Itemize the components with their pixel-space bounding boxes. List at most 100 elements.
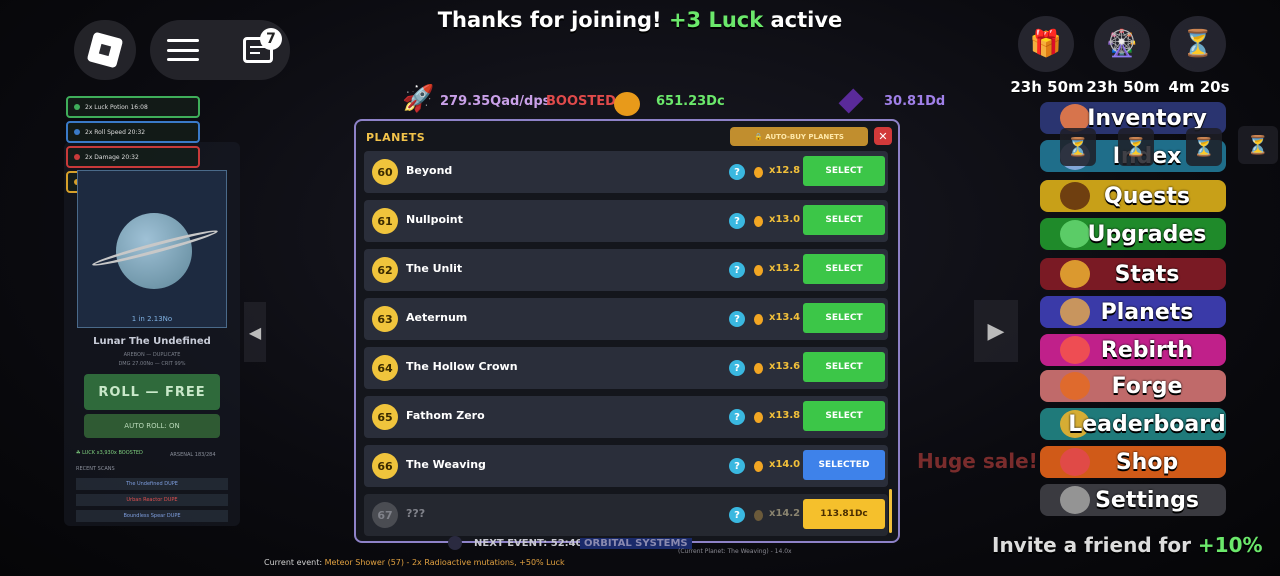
close-button[interactable]: ✕ bbox=[874, 127, 892, 145]
rarity-label: 1 in 2.13No bbox=[131, 315, 173, 323]
buff-label: 2x Damage 20:32 bbox=[85, 153, 139, 161]
menu-settings-button[interactable]: Settings bbox=[1040, 484, 1226, 516]
current-planet-label: (Current Planet: The Weaving) - 14.0x bbox=[678, 548, 792, 555]
hourglass-slot-4[interactable]: ⏳ bbox=[1238, 126, 1278, 164]
buff-dot bbox=[74, 104, 80, 110]
character-sub2: DMG 27.00No — CRIT 99% bbox=[118, 361, 186, 367]
info-icon[interactable]: ? bbox=[729, 213, 745, 229]
info-icon[interactable]: ? bbox=[729, 409, 745, 425]
event-info-icon bbox=[448, 536, 462, 550]
info-icon[interactable]: ? bbox=[729, 360, 745, 376]
forge-icon bbox=[1060, 372, 1090, 400]
current-event: Current event: Meteor Shower (57) - 2x R… bbox=[264, 558, 565, 567]
auto-roll-button[interactable]: AUTO ROLL: ON bbox=[84, 414, 220, 438]
planet-number: 67 bbox=[372, 502, 398, 528]
buff-dot bbox=[74, 129, 80, 135]
character-sub1: AREBON — DUPLICATE bbox=[123, 352, 181, 358]
info-icon[interactable]: ? bbox=[729, 262, 745, 278]
timer-3[interactable]: ⏳ 4m 20s bbox=[1168, 16, 1230, 96]
timer-1[interactable]: 🎁 23h 50m bbox=[1010, 16, 1084, 96]
recent-scan-item: Boundless Spear DUPE bbox=[76, 510, 228, 522]
orbital-systems-label: ORBITAL SYSTEMS bbox=[580, 538, 692, 549]
roll-button[interactable]: ROLL — FREE bbox=[84, 374, 220, 410]
buy-planet-button[interactable]: 113.81Dc bbox=[803, 499, 885, 529]
menu-label: Quests bbox=[1104, 183, 1190, 209]
info-icon[interactable]: ? bbox=[729, 164, 745, 180]
menu-forge-button[interactable]: Forge bbox=[1040, 370, 1226, 402]
rocket-icon: 🚀 bbox=[402, 84, 435, 114]
right-arrow-button[interactable]: ▶ bbox=[974, 300, 1018, 362]
timer-2[interactable]: 🎡 23h 50m bbox=[1086, 16, 1160, 96]
left-arrow-button[interactable]: ◀ bbox=[244, 302, 266, 362]
info-icon[interactable]: ? bbox=[729, 458, 745, 474]
planet-name: Beyond bbox=[406, 164, 453, 177]
planet-number: 65 bbox=[372, 404, 398, 430]
gift-icon: 🎁 bbox=[1018, 16, 1074, 72]
scrollbar[interactable] bbox=[889, 489, 892, 533]
huge-sale-label[interactable]: Huge sale! bbox=[917, 449, 1038, 473]
planet-name: ??? bbox=[406, 507, 426, 520]
planet-row: 61 Nullpoint? x13.0 SELECT bbox=[364, 200, 888, 242]
coin-icon bbox=[754, 461, 763, 472]
planet-name: Nullpoint bbox=[406, 213, 463, 226]
luck-boost-label: ☘ LUCK x3,930x BOOSTED bbox=[76, 450, 143, 456]
info-icon[interactable]: ? bbox=[729, 507, 745, 523]
timer-text: 4m 20s bbox=[1168, 78, 1230, 96]
hourglass-slot-2[interactable]: ⏳ bbox=[1118, 128, 1154, 166]
buff-label: 2x Roll Speed 20:32 bbox=[85, 128, 146, 136]
planet-multiplier: x13.4 bbox=[769, 312, 801, 323]
hourglass-slot-1[interactable]: ⏳ bbox=[1060, 128, 1096, 166]
planet-name: The Weaving bbox=[406, 458, 486, 471]
menu-quests-button[interactable]: Quests bbox=[1040, 180, 1226, 212]
menu-leaderboard-button[interactable]: Leaderboard bbox=[1040, 408, 1226, 440]
select-planet-button[interactable]: SELECT bbox=[803, 205, 885, 235]
menu-planets-button[interactable]: Planets bbox=[1040, 296, 1226, 328]
planet-row: 66 The Weaving? x14.0 SELECTED bbox=[364, 445, 888, 487]
planet-row: 63 Aeternum? x13.4 SELECT bbox=[364, 298, 888, 340]
buff-item: 2x Roll Speed 20:32 bbox=[66, 121, 200, 143]
rebirth-icon bbox=[1060, 336, 1090, 364]
roblox-menu-button[interactable] bbox=[74, 20, 136, 80]
coin-icon bbox=[754, 314, 763, 325]
planets-icon bbox=[1060, 298, 1090, 326]
recent-scan-item: Urban Reactor DUPE bbox=[76, 494, 228, 506]
planet-multiplier: x13.8 bbox=[769, 410, 801, 421]
planet-row: 67???? x14.2 113.81Dc bbox=[364, 494, 888, 536]
planet-name: Fathom Zero bbox=[406, 409, 485, 422]
buff-label: 2x Luck Potion 16:08 bbox=[85, 103, 148, 111]
select-planet-button[interactable]: SELECT bbox=[803, 156, 885, 186]
select-planet-button[interactable]: SELECT bbox=[803, 352, 885, 382]
menu-upgrades-button[interactable]: Upgrades bbox=[1040, 218, 1226, 250]
planet-name: The Hollow Crown bbox=[406, 360, 518, 373]
hamburger-menu-icon[interactable] bbox=[167, 39, 199, 61]
roblox-logo-icon bbox=[86, 31, 124, 69]
select-planet-button[interactable]: SELECT bbox=[803, 401, 885, 431]
invite-pct: +10% bbox=[1197, 533, 1263, 557]
menu-shop-button[interactable]: Shop bbox=[1040, 446, 1226, 478]
menu-label: Settings bbox=[1095, 487, 1199, 513]
info-icon[interactable]: ? bbox=[729, 311, 745, 327]
chat-icon[interactable]: 7 bbox=[243, 28, 282, 63]
auto-buy-planets-button[interactable]: 🔒 AUTO-BUY PLANETS bbox=[730, 127, 868, 146]
menu-label: Upgrades bbox=[1087, 221, 1207, 247]
coin-icon bbox=[754, 510, 763, 521]
select-planet-button[interactable]: SELECTED bbox=[803, 450, 885, 480]
recent-scan-item: The Undefined DUPE bbox=[76, 478, 228, 490]
planet-name: The Unlit bbox=[406, 262, 463, 275]
select-planet-button[interactable]: SELECT bbox=[803, 303, 885, 333]
hourglass-slot-3[interactable]: ⏳ bbox=[1186, 128, 1222, 166]
shop-icon bbox=[1060, 448, 1090, 476]
settings-icon bbox=[1060, 486, 1090, 514]
hourglass-icon: ⏳ bbox=[1192, 136, 1216, 158]
timer-text: 23h 50m bbox=[1010, 78, 1084, 96]
menu-label: Planets bbox=[1100, 299, 1194, 325]
dps-value: 279.35Qad/dps bbox=[440, 94, 551, 109]
menu-label: Stats bbox=[1114, 261, 1180, 287]
menu-stats-button[interactable]: Stats bbox=[1040, 258, 1226, 290]
planet-number: 64 bbox=[372, 355, 398, 381]
select-planet-button[interactable]: SELECT bbox=[803, 254, 885, 284]
invite-banner[interactable]: Invite a friend for +10% bbox=[992, 533, 1263, 557]
recent-scans-label: RECENT SCANS bbox=[76, 466, 115, 472]
chevron-left-icon: ◀ bbox=[248, 322, 262, 342]
menu-rebirth-button[interactable]: Rebirth bbox=[1040, 334, 1226, 366]
